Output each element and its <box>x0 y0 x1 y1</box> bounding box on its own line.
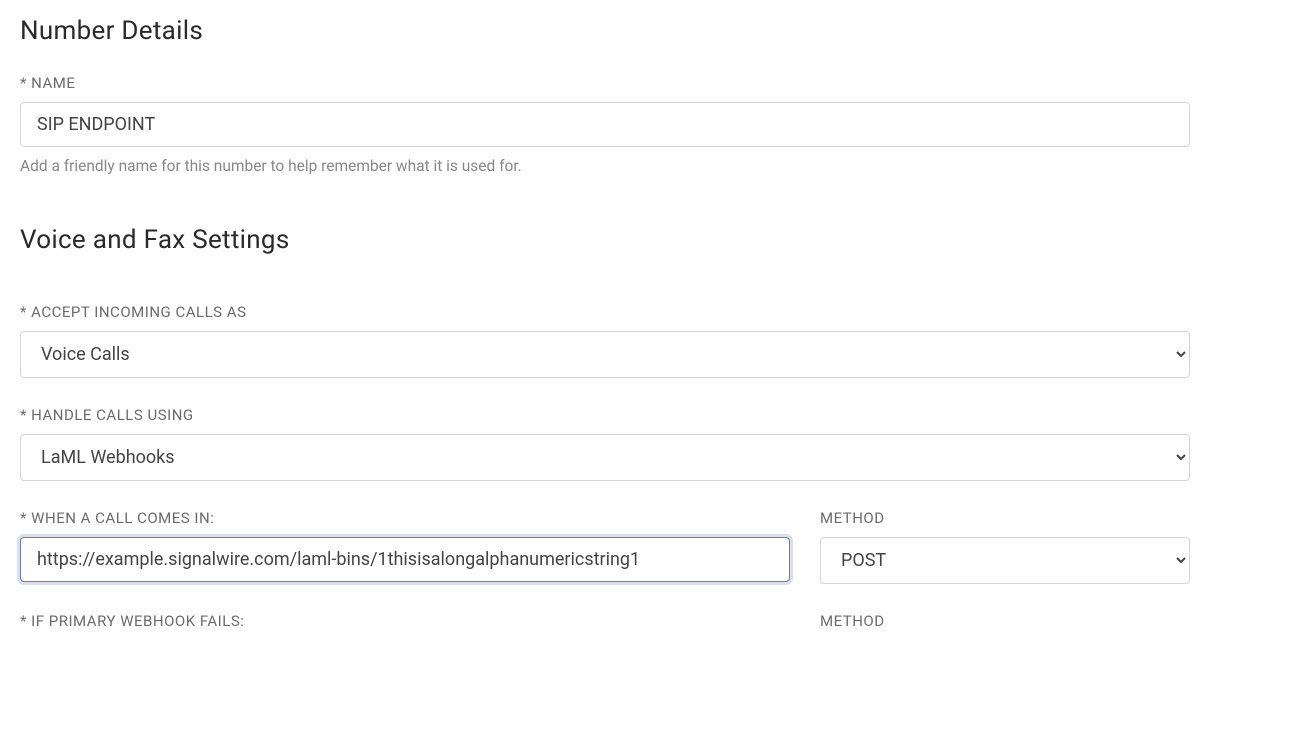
webhook-input[interactable] <box>20 537 790 582</box>
handle-calls-select[interactable]: LaML Webhooks <box>20 434 1190 481</box>
fallback-method-label: METHOD <box>820 612 1190 630</box>
accept-calls-field-group: * ACCEPT INCOMING CALLS AS Voice Calls <box>20 303 1271 378</box>
fallback-method-field-group: METHOD <box>820 612 1190 640</box>
handle-calls-label: * HANDLE CALLS USING <box>20 406 1271 424</box>
number-details-section: Number Details * NAME Add a friendly nam… <box>20 16 1271 175</box>
fallback-row: * IF PRIMARY WEBHOOK FAILS: METHOD <box>20 612 1190 668</box>
webhook-label: * WHEN A CALL COMES IN: <box>20 509 790 527</box>
webhook-field-group: * WHEN A CALL COMES IN: <box>20 509 790 584</box>
accept-calls-select[interactable]: Voice Calls <box>20 331 1190 378</box>
fallback-field-group: * IF PRIMARY WEBHOOK FAILS: <box>20 612 790 640</box>
method-select[interactable]: POST <box>820 537 1190 584</box>
name-input[interactable] <box>20 102 1190 147</box>
accept-calls-label: * ACCEPT INCOMING CALLS AS <box>20 303 1271 321</box>
name-field-group: * NAME Add a friendly name for this numb… <box>20 74 1271 175</box>
method-label: METHOD <box>820 509 1190 527</box>
method-field-group: METHOD POST <box>820 509 1190 584</box>
voice-fax-section: Voice and Fax Settings * ACCEPT INCOMING… <box>20 225 1271 668</box>
voice-fax-heading: Voice and Fax Settings <box>20 225 1271 255</box>
name-help-text: Add a friendly name for this number to h… <box>20 157 1271 175</box>
fallback-label: * IF PRIMARY WEBHOOK FAILS: <box>20 612 790 630</box>
number-details-heading: Number Details <box>20 16 1271 46</box>
webhook-row: * WHEN A CALL COMES IN: METHOD POST <box>20 509 1190 612</box>
name-label: * NAME <box>20 74 1271 92</box>
handle-calls-field-group: * HANDLE CALLS USING LaML Webhooks <box>20 406 1271 481</box>
